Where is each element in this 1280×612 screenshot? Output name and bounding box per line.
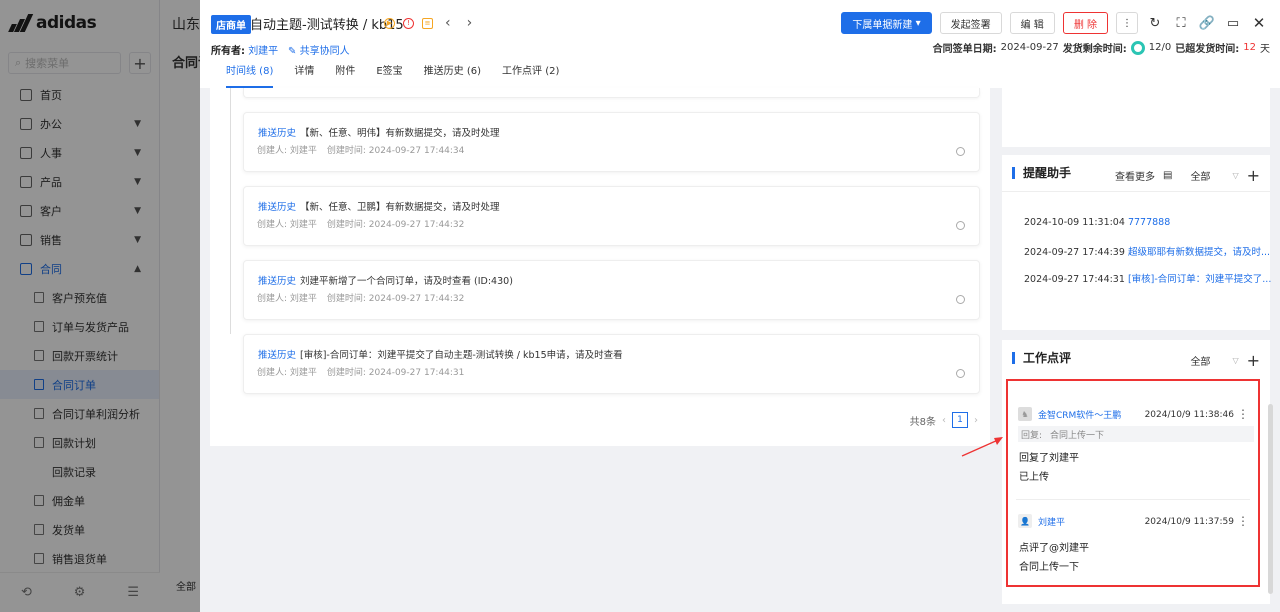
annotation-arrow [961, 437, 1003, 457]
